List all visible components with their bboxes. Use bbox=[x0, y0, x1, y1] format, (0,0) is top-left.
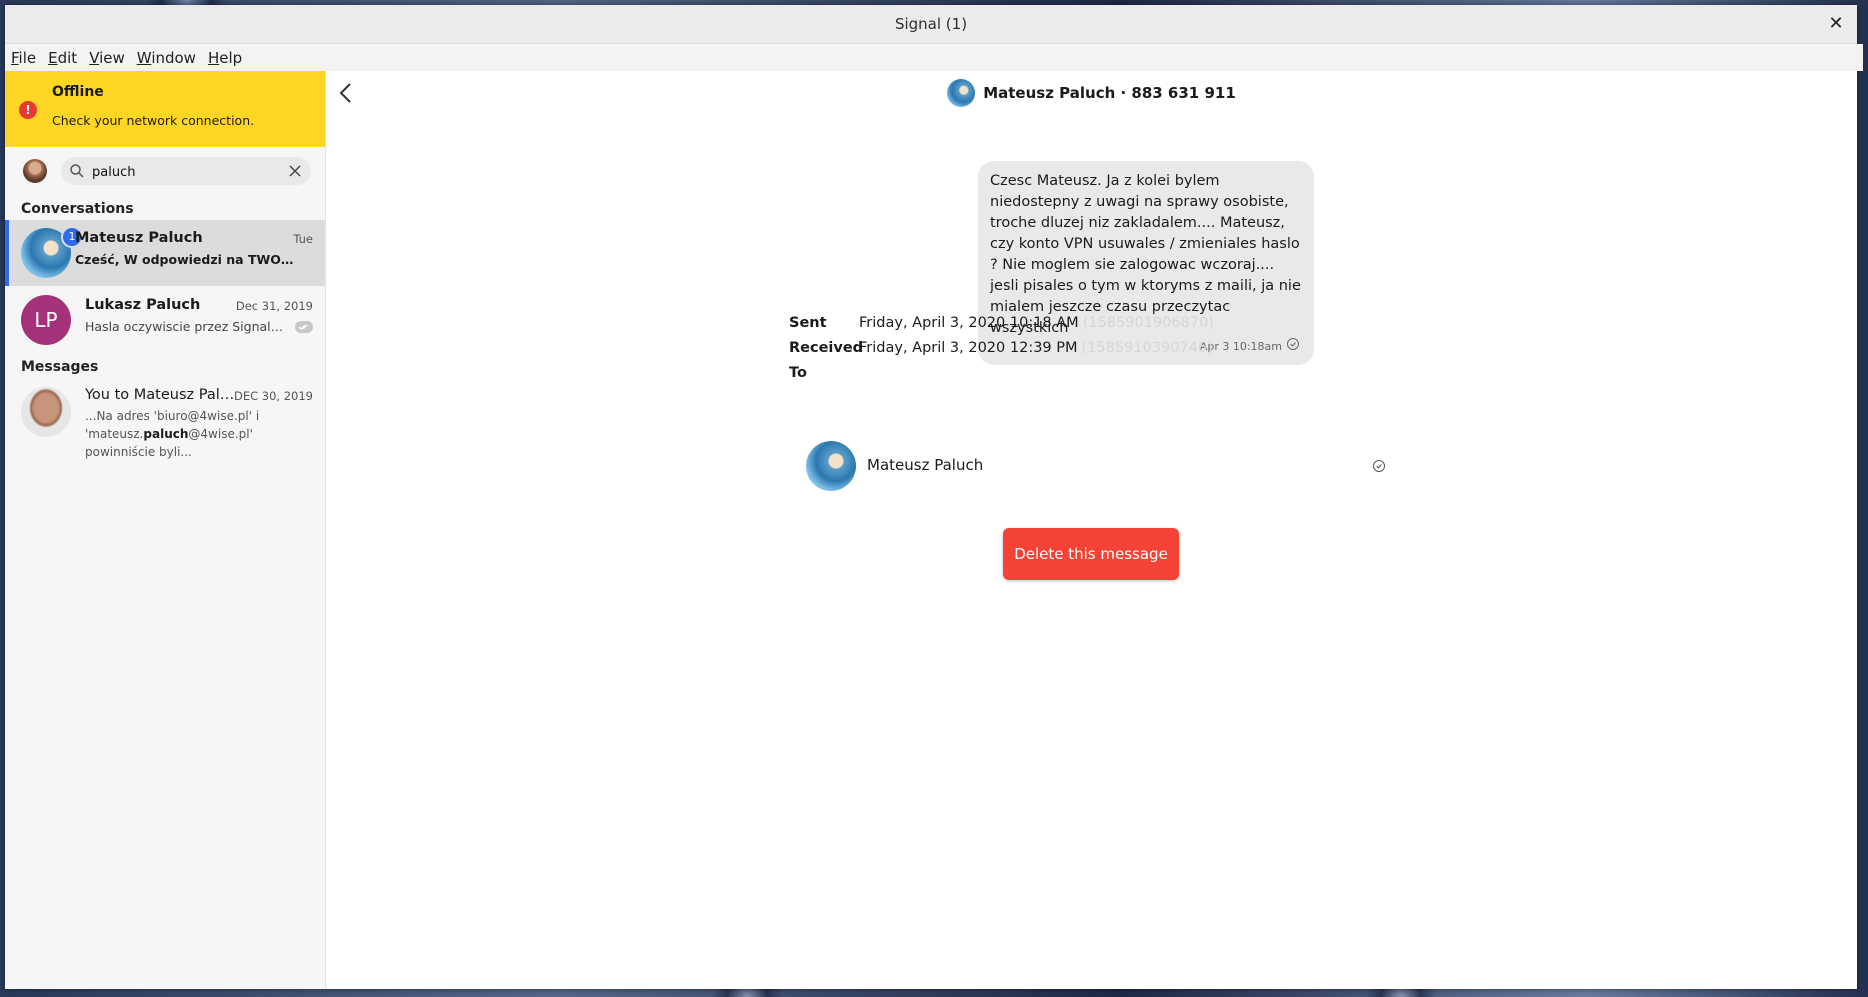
conversation-snippet: Hasla oczywiscie przez Signal ... bbox=[85, 319, 285, 334]
offline-subtitle: Check your network connection. bbox=[52, 113, 255, 128]
sent-check-icon bbox=[1287, 338, 1299, 350]
message-meta: Apr 3 10:18am bbox=[1200, 336, 1300, 357]
close-window-button[interactable]: ✕ bbox=[1825, 13, 1847, 35]
snippet-text: 'mateusz. bbox=[85, 427, 144, 441]
offline-banner: ! Offline Check your network connection. bbox=[5, 71, 325, 147]
received-row: ReceivedFriday, April 3, 2020 12:39 PM (1… bbox=[789, 340, 1213, 356]
snippet-line: 'mateusz.paluch@4wise.pl' bbox=[85, 425, 285, 443]
message-search-result[interactable]: You to Mateusz Paluch DEC 30, 2019 ...Na… bbox=[5, 379, 325, 459]
conversation-item-lukasz-paluch[interactable]: LP Lukasz Paluch Dec 31, 2019 Hasla oczy… bbox=[5, 287, 325, 353]
signal-window: Signal (1) ✕ File Edit View Window Help … bbox=[5, 5, 1863, 989]
sent-value: Friday, April 3, 2020 10:18 AM bbox=[859, 315, 1079, 331]
sent-timestamp: (1585901906870) bbox=[1082, 315, 1214, 331]
alert-icon: ! bbox=[19, 101, 37, 119]
snippet-line: powinniście byli... bbox=[85, 445, 192, 459]
recipient-name: Mateusz Paluch bbox=[867, 456, 984, 474]
message-result-snippet: ...Na adres 'biuro@4wise.pl' i 'mateusz.… bbox=[85, 407, 285, 461]
menu-window[interactable]: Window bbox=[137, 49, 196, 67]
avatar: LP bbox=[21, 295, 71, 345]
conversation-date: Dec 31, 2019 bbox=[235, 299, 313, 313]
menu-file[interactable]: File bbox=[11, 49, 36, 67]
conversation-name: Lukasz Paluch bbox=[85, 297, 201, 313]
window-title: Signal (1) bbox=[894, 15, 968, 33]
delete-message-button[interactable]: Delete this message bbox=[1003, 528, 1179, 580]
search-input[interactable] bbox=[90, 161, 274, 183]
avatar bbox=[21, 387, 71, 437]
left-pane: ! Offline Check your network connection.… bbox=[5, 71, 326, 989]
message-result-title: You to Mateusz Paluch bbox=[85, 387, 235, 403]
message-detail-pane: Mateusz Paluch · 883 631 911 Czesc Mateu… bbox=[326, 71, 1857, 989]
sent-label: Sent bbox=[789, 315, 827, 331]
menu-edit[interactable]: Edit bbox=[48, 49, 77, 67]
received-timestamp: (1585910390746) bbox=[1081, 340, 1213, 356]
message-text: Czesc Mateusz. Ja z kolei bylem niedoste… bbox=[990, 173, 1301, 336]
delivered-check-icon bbox=[1373, 460, 1385, 472]
message-result-date: DEC 30, 2019 bbox=[233, 389, 313, 403]
message-bubble[interactable]: Czesc Mateusz. Ja z kolei bylem niedoste… bbox=[978, 161, 1314, 365]
header-title: Mateusz Paluch · 883 631 911 bbox=[983, 84, 1236, 102]
conversation-header: Mateusz Paluch · 883 631 911 bbox=[326, 71, 1857, 115]
conversation-name: Mateusz Paluch bbox=[75, 230, 203, 246]
received-value: Friday, April 3, 2020 12:39 PM bbox=[859, 340, 1078, 356]
conversations-heading: Conversations bbox=[21, 201, 134, 217]
title-bar: Signal (1) ✕ bbox=[5, 5, 1857, 44]
menu-bar: File Edit View Window Help bbox=[5, 44, 1863, 71]
to-row: To bbox=[789, 365, 859, 381]
clear-search-icon[interactable] bbox=[287, 163, 303, 179]
search-row bbox=[5, 147, 325, 193]
recipient-row: Mateusz Paluch bbox=[806, 441, 1386, 491]
sent-row: Sent Friday, April 3, 2020 10:18 AM (15859… bbox=[789, 315, 1214, 331]
search-highlight: paluch bbox=[143, 427, 189, 441]
my-avatar[interactable] bbox=[23, 159, 47, 183]
read-receipt-icon bbox=[295, 321, 313, 333]
header-avatar bbox=[947, 79, 976, 107]
conversation-snippet: Cześć, W odpowiedzi na TWOJA ... bbox=[75, 252, 295, 267]
snippet-line: ...Na adres 'biuro@4wise.pl' i bbox=[85, 409, 260, 423]
conversation-item-mateusz-paluch[interactable]: 1 Mateusz Paluch Tue Cześć, W odpowiedzi… bbox=[5, 220, 325, 286]
recipient-avatar bbox=[806, 441, 856, 491]
conversation-date: Tue bbox=[293, 232, 313, 246]
to-label: To bbox=[789, 365, 807, 381]
messages-heading: Messages bbox=[21, 359, 99, 375]
menu-view[interactable]: View bbox=[89, 49, 125, 67]
offline-title: Offline bbox=[52, 84, 104, 100]
menu-help[interactable]: Help bbox=[208, 49, 242, 67]
received-label: Received bbox=[789, 340, 864, 356]
search-icon bbox=[70, 164, 84, 178]
snippet-text: @4wise.pl' bbox=[188, 427, 253, 441]
search-box bbox=[61, 157, 311, 185]
